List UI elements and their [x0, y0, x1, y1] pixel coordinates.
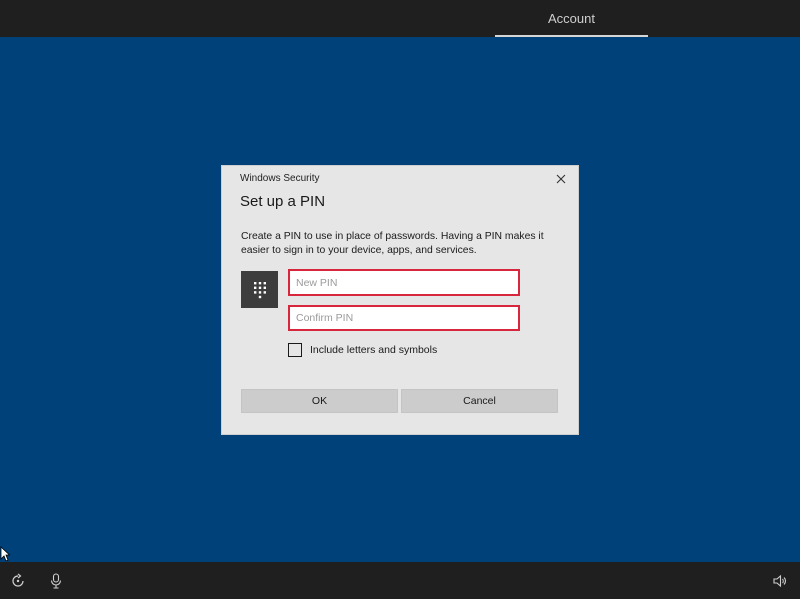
close-icon[interactable] — [554, 172, 568, 186]
keypad-icon — [241, 271, 278, 308]
windows-security-dialog: Windows Security Set up a PIN Create a P… — [222, 166, 578, 434]
include-letters-option[interactable]: Include letters and symbols — [288, 343, 437, 357]
ease-of-access-icon[interactable] — [8, 571, 28, 591]
dialog-description: Create a PIN to use in place of password… — [241, 231, 544, 256]
top-bar: Account — [0, 0, 800, 37]
dialog-title: Set up a PIN — [240, 193, 326, 210]
volume-icon[interactable] — [770, 571, 790, 591]
oobe-screen: Account Windows Security Set up a PIN Cr… — [0, 0, 800, 599]
dialog-caption: Windows Security — [240, 173, 320, 184]
include-letters-checkbox[interactable] — [288, 343, 302, 357]
bottom-bar — [0, 562, 800, 599]
tab-account[interactable]: Account — [495, 0, 648, 37]
cancel-button[interactable]: Cancel — [401, 389, 558, 413]
include-letters-label: Include letters and symbols — [310, 344, 438, 356]
confirm-pin-input[interactable] — [288, 305, 520, 331]
new-pin-input[interactable] — [288, 269, 520, 296]
microphone-icon[interactable] — [46, 571, 66, 591]
ok-button[interactable]: OK — [241, 389, 398, 413]
